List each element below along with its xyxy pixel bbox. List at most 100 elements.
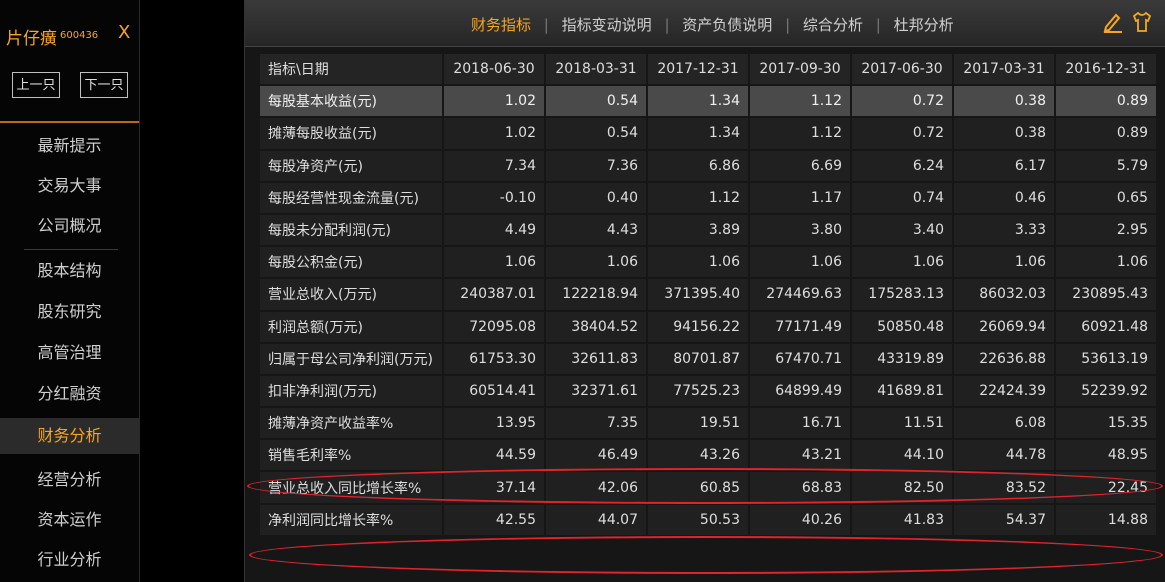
row-label: 每股净资产(元) [260,150,442,181]
menu-item-financial-analysis[interactable]: 财务分析 [0,418,139,454]
table-row[interactable]: 利润总额(万元) 72095.08 38404.52 94156.22 77171.49… [260,311,1156,342]
pencil-icon[interactable] [1103,11,1123,33]
value-cell: 7.34 [444,150,544,181]
value-cell: 44.59 [444,440,544,471]
value-cell: 61753.30 [444,343,544,374]
table-row[interactable]: 每股经营性现金流量(元) -0.10 0.40 1.12 1.17 0.74 0.46 0.6… [260,182,1156,213]
financial-indicator-table: 指标\日期 2018-06-30 2018-03-31 2017-12-31 2017-… [258,52,1158,537]
value-cell: 0.54 [546,118,646,149]
row-label: 扣非净利润(万元) [260,375,442,407]
tab-balance-sheet-notes[interactable]: 资产负债说明 [682,16,772,34]
value-cell: 1.06 [444,247,544,278]
value-cell: 86032.03 [954,279,1054,310]
shirt-icon[interactable] [1132,11,1152,33]
table-row[interactable]: 摊薄净资产收益率% 13.95 7.35 19.51 16.71 11.51 6.08 15.… [260,408,1156,439]
table-row[interactable]: 营业总收入(万元) 240387.01 122218.94 371395.40 2744… [260,279,1156,310]
value-cell: 60514.41 [444,375,544,407]
menu-item-company-overview[interactable]: 公司概况 [0,208,139,244]
value-cell: 77171.49 [750,311,850,342]
main-panel: 财务指标 | 指标变动说明 | 资产负债说明 | 综合分析 | 杜邦分析 指标\… [244,0,1165,582]
value-cell: 4.49 [444,214,544,246]
menu-item-executive-governance[interactable]: 高管治理 [0,335,139,371]
value-cell: 42.55 [444,504,544,535]
date-column-header[interactable]: 2017-06-30 [852,54,952,85]
row-label: 销售毛利率% [260,440,442,471]
prev-stock-button[interactable]: 上一只 [12,72,60,98]
value-cell: 77525.23 [648,375,748,407]
menu-item-dividend-financing[interactable]: 分红融资 [0,376,139,412]
indicator-date-header: 指标\日期 [260,54,442,85]
menu-item-capital-operations[interactable]: 资本运作 [0,502,139,538]
value-cell: 175283.13 [852,279,952,310]
table-row[interactable]: 每股公积金(元) 1.06 1.06 1.06 1.06 1.06 1.06 1.06 [260,247,1156,278]
value-cell: 3.89 [648,214,748,246]
value-cell: 1.06 [546,247,646,278]
menu-item-shareholder-research[interactable]: 股东研究 [0,294,139,330]
value-cell: 50.53 [648,504,748,535]
menu-divider [24,249,118,250]
tab-indicator-change-notes[interactable]: 指标变动说明 [562,16,652,34]
menu-item-industry-analysis[interactable]: 行业分析 [0,542,139,578]
value-cell: 1.02 [444,86,544,117]
table-row[interactable]: 净利润同比增长率% 42.55 44.07 50.53 40.26 41.83 54.37 1… [260,504,1156,535]
menu-item-latest-tips[interactable]: 最新提示 [0,128,139,164]
value-cell: 11.51 [852,408,952,439]
row-label: 利润总额(万元) [260,311,442,342]
table-row[interactable]: 每股净资产(元) 7.34 7.36 6.86 6.69 6.24 6.17 5.79 [260,150,1156,181]
table-row[interactable]: 每股基本收益(元) 1.02 0.54 1.34 1.12 0.72 0.38 0.89 [260,86,1156,117]
table-row[interactable]: 每股未分配利润(元) 4.49 4.43 3.89 3.80 3.40 3.33 2.95 [260,214,1156,246]
value-cell: 371395.40 [648,279,748,310]
value-cell: 0.46 [954,182,1054,213]
date-column-header[interactable]: 2017-12-31 [648,54,748,85]
value-cell: 44.78 [954,440,1054,471]
value-cell: 60921.48 [1056,311,1156,342]
value-cell: 41.83 [852,504,952,535]
table-row[interactable]: 摊薄每股收益(元) 1.02 0.54 1.34 1.12 0.72 0.38 0.89 [260,118,1156,149]
tab-dupont-analysis[interactable]: 杜邦分析 [894,16,954,34]
value-cell: 6.17 [954,150,1054,181]
tab-comprehensive-analysis[interactable]: 综合分析 [803,16,863,34]
date-column-header[interactable]: 2016-12-31 [1056,54,1156,85]
date-column-header[interactable]: 2017-09-30 [750,54,850,85]
tab-financial-indicators[interactable]: 财务指标 [471,16,531,34]
value-cell: 6.69 [750,150,850,181]
value-cell: 64899.49 [750,375,850,407]
value-cell: 6.08 [954,408,1054,439]
value-cell: 0.74 [852,182,952,213]
row-label: 营业总收入(万元) [260,279,442,310]
value-cell: 1.06 [954,247,1054,278]
menu-item-share-structure[interactable]: 股本结构 [0,253,139,289]
date-column-header[interactable]: 2018-03-31 [546,54,646,85]
table-row[interactable]: 销售毛利率% 44.59 46.49 43.26 43.21 44.10 44.78 48.9… [260,440,1156,471]
value-cell: 37.14 [444,472,544,503]
value-cell: 274469.63 [750,279,850,310]
value-cell: 82.50 [852,472,952,503]
value-cell: 54.37 [954,504,1054,535]
tab-bar: 财务指标 | 指标变动说明 | 资产负债说明 | 综合分析 | 杜邦分析 [245,0,1165,47]
value-cell: 3.80 [750,214,850,246]
menu-item-operations-analysis[interactable]: 经营分析 [0,462,139,498]
menu-item-major-events[interactable]: 交易大事 [0,168,139,204]
value-cell: 22.45 [1056,472,1156,503]
row-label: 每股未分配利润(元) [260,214,442,246]
value-cell: 42.06 [546,472,646,503]
value-cell: 1.12 [648,182,748,213]
row-label: 归属于母公司净利润(万元) [260,343,442,374]
value-cell: 38404.52 [546,311,646,342]
value-cell: 52239.92 [1056,375,1156,407]
date-column-header[interactable]: 2018-06-30 [444,54,544,85]
table-row[interactable]: 营业总收入同比增长率% 37.14 42.06 60.85 68.83 82.50 83.5… [260,472,1156,503]
close-icon[interactable]: X [118,22,130,43]
next-stock-button[interactable]: 下一只 [80,72,128,98]
table-row[interactable]: 归属于母公司净利润(万元) 61753.30 32611.83 80701.87 674… [260,343,1156,374]
value-cell: 0.38 [954,118,1054,149]
value-cell: 16.71 [750,408,850,439]
value-cell: 1.02 [444,118,544,149]
value-cell: 1.12 [750,86,850,117]
value-cell: 4.43 [546,214,646,246]
value-cell: 0.54 [546,86,646,117]
row-label: 营业总收入同比增长率% [260,472,442,503]
table-row[interactable]: 扣非净利润(万元) 60514.41 32371.61 77525.23 64899.4… [260,375,1156,407]
date-column-header[interactable]: 2017-03-31 [954,54,1054,85]
row-label: 每股经营性现金流量(元) [260,182,442,213]
